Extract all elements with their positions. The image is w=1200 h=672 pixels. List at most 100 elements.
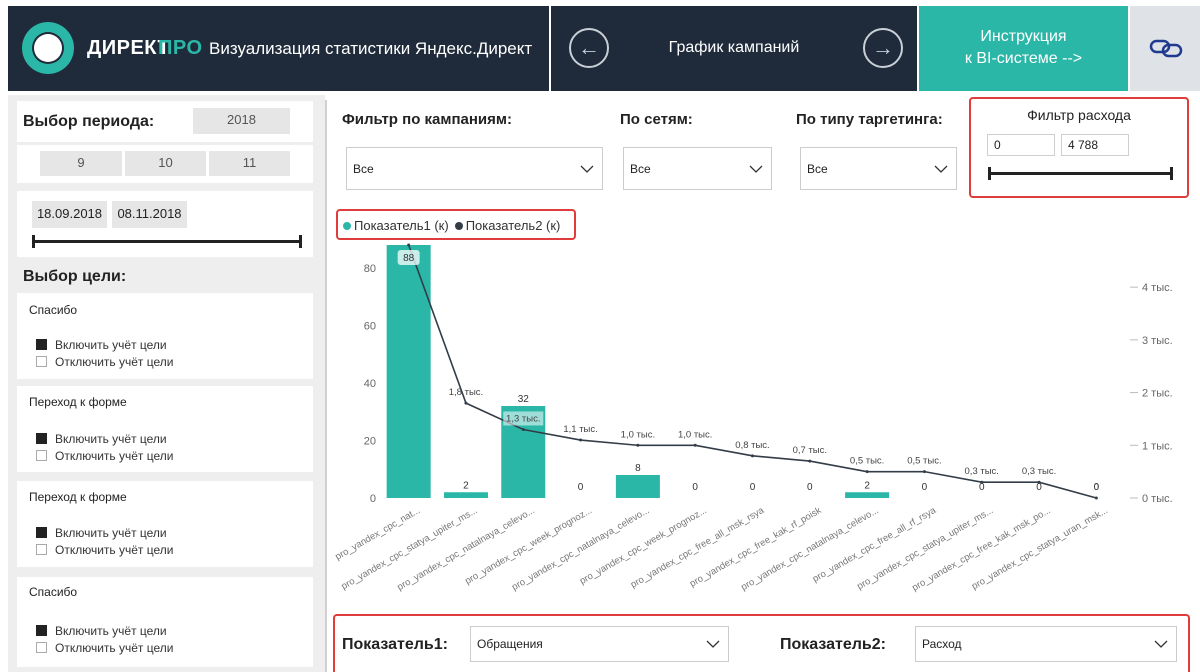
goal-4-exclude-option[interactable]: Отключить учёт цели [36, 641, 173, 655]
line-data-label: 1,3 тыс. [506, 413, 540, 424]
app-subtitle: Визуализация статистики Яндекс.Директ [209, 39, 533, 58]
line-point [808, 459, 812, 463]
month-chip-11[interactable]: 11 [209, 151, 290, 176]
line-point [579, 438, 583, 442]
bar-data-label: 0 [750, 482, 756, 493]
chevron-down-icon [706, 640, 720, 648]
checkbox-unchecked-icon [36, 544, 47, 555]
page-navigator: ← График кампаний → [551, 6, 917, 91]
chart-legend: Показатель1 (к) Показатель2 (к) [343, 218, 560, 233]
checkbox-unchecked-icon [36, 356, 47, 367]
goal-2-include-option[interactable]: Включить учёт цели [36, 432, 167, 446]
campaign-filter-label: Фильтр по кампаниям: [342, 111, 512, 128]
line-data-label: 0,5 тыс. [850, 456, 884, 467]
line-data-label: 1,8 тыс. [449, 387, 483, 398]
network-filter-value: Все [630, 161, 651, 176]
legend-item-series2[interactable]: Показатель2 (к) [454, 218, 560, 233]
link-button[interactable] [1130, 6, 1200, 91]
bar-data-label: 88 [403, 253, 415, 264]
header: ДИРЕКТ ПРО Визуализация статистики Яндек… [8, 6, 1200, 91]
date-end[interactable]: 08.11.2018 [112, 201, 187, 228]
checkbox-unchecked-icon [36, 450, 47, 461]
chevron-down-icon [749, 165, 763, 173]
bar-data-label: 0 [578, 482, 584, 493]
y-left-tick-label: 20 [364, 436, 376, 448]
line-data-label: 0,8 тыс. [735, 440, 769, 451]
targeting-filter-dropdown[interactable]: Все [800, 147, 957, 190]
next-page-button[interactable]: → [863, 28, 903, 68]
combo-chart: 0204060800 тыс.1 тыс.2 тыс.3 тыс.4 тыс.8… [333, 243, 1173, 594]
date-slider-track [33, 240, 301, 243]
bar [615, 475, 660, 498]
goal-1-include-option[interactable]: Включить учёт цели [36, 338, 167, 352]
checkbox-checked-icon [36, 527, 47, 538]
date-slider-start-handle[interactable] [32, 235, 35, 248]
y-left-tick-label: 40 [364, 378, 376, 390]
spend-slider-min-handle[interactable] [988, 167, 991, 180]
bar-data-label: 0 [692, 482, 698, 493]
exclude-label: Отключить учёт цели [55, 543, 174, 557]
spend-min-input[interactable]: 0 [987, 134, 1055, 156]
bar-data-label: 0 [1036, 482, 1042, 493]
checkbox-checked-icon [36, 625, 47, 636]
goal-title-1: Спасибо [29, 303, 78, 317]
line-data-label: 0,3 тыс. [1022, 466, 1056, 477]
date-slider-end-handle[interactable] [299, 235, 302, 248]
instruction-button[interactable]: Инструкция к BI-системе --> [919, 6, 1128, 91]
goal-2-exclude-option[interactable]: Отключить учёт цели [36, 449, 173, 463]
bar-data-label: 2 [463, 480, 469, 491]
y-right-tick-label: 1 тыс. [1142, 440, 1173, 452]
line-point [521, 427, 525, 431]
spend-slider-max-handle[interactable] [1170, 167, 1173, 180]
legend-dot-series1 [343, 222, 351, 230]
year-chip[interactable]: 2018 [193, 108, 290, 134]
metric1-dropdown[interactable]: Обращения [470, 626, 729, 662]
brand-block: ДИРЕКТ ПРО Визуализация статистики Яндек… [8, 6, 549, 91]
goal-3-include-option[interactable]: Включить учёт цели [36, 526, 167, 540]
month-chip-9[interactable]: 9 [40, 151, 122, 176]
bar [845, 492, 890, 498]
line-point [407, 243, 411, 247]
month-chip-10[interactable]: 10 [125, 151, 206, 176]
network-filter-dropdown[interactable]: Все [623, 147, 772, 190]
logo-dot [34, 34, 62, 62]
campaign-filter-value: Все [353, 161, 374, 176]
y-right-tick-label: 0 тыс. [1142, 493, 1173, 505]
line-data-label: 1,0 тыс. [621, 429, 655, 440]
legend-item-series1[interactable]: Показатель1 (к) [343, 218, 449, 233]
goal-3-exclude-option[interactable]: Отключить учёт цели [36, 543, 173, 557]
metric2-dropdown[interactable]: Расход [915, 626, 1177, 662]
line-point [922, 470, 926, 474]
include-label: Включить учёт цели [55, 526, 167, 540]
spend-filter-label: Фильтр расхода [1027, 107, 1131, 123]
exclude-label: Отключить учёт цели [55, 355, 174, 369]
brand-name-part2: ПРО [158, 37, 203, 59]
bar [386, 245, 431, 498]
campaign-filter-dropdown[interactable]: Все [346, 147, 603, 190]
chevron-down-icon [580, 165, 594, 173]
date-start[interactable]: 18.09.2018 [32, 201, 107, 228]
goal-1-exclude-option[interactable]: Отключить учёт цели [36, 355, 173, 369]
spend-max-input[interactable]: 4 788 [1061, 134, 1129, 156]
targeting-filter-label: По типу таргетинга: [796, 111, 943, 128]
bar [443, 492, 488, 498]
goal-title-2: Переход к форме [29, 395, 127, 409]
targeting-filter-value: Все [807, 161, 828, 176]
y-right-tick-label: 2 тыс. [1142, 388, 1173, 400]
metric2-label: Показатель2: [780, 636, 886, 653]
line-data-label: 1,1 тыс. [563, 424, 597, 435]
line-data-label: 0,5 тыс. [907, 456, 941, 467]
bar-data-label: 0 [922, 482, 928, 493]
bar-data-label: 2 [864, 480, 870, 491]
metric2-value: Расход [922, 637, 962, 651]
goal-title-4: Спасибо [29, 585, 78, 599]
bar-data-label: 0 [979, 482, 985, 493]
goal-title-3: Переход к форме [29, 490, 127, 504]
metric1-label: Показатель1: [342, 636, 448, 653]
y-left-tick-label: 60 [364, 321, 376, 333]
bar-data-label: 8 [635, 463, 641, 474]
line-point [693, 443, 697, 447]
goal-4-include-option[interactable]: Включить учёт цели [36, 624, 167, 638]
checkbox-checked-icon [36, 339, 47, 350]
spend-slider-track [989, 172, 1172, 175]
